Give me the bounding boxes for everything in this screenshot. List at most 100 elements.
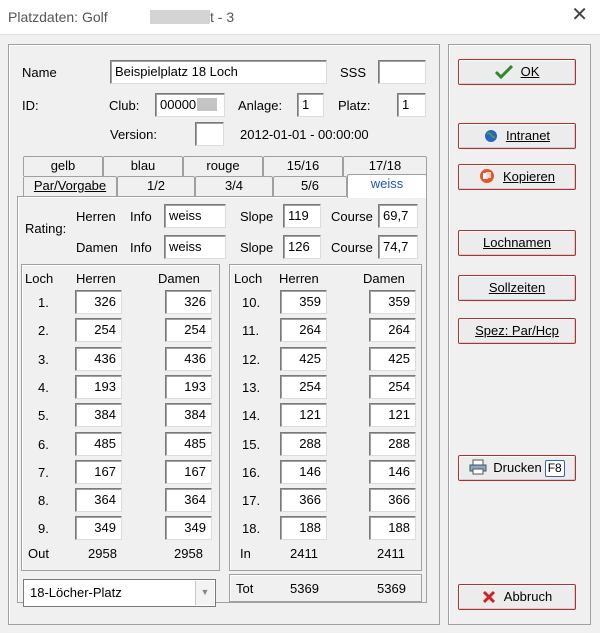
herren-course-field[interactable]: 69,7 bbox=[378, 204, 418, 228]
damen-distance-field[interactable]: 436 bbox=[165, 346, 212, 371]
close-icon[interactable]: ✕ bbox=[571, 5, 588, 25]
damen-distance-field[interactable]: 384 bbox=[165, 403, 212, 428]
damen-distance-field[interactable]: 359 bbox=[369, 290, 416, 314]
sollzeiten-button[interactable]: Sollzeiten bbox=[458, 275, 576, 301]
intranet-label: Intranet bbox=[505, 128, 551, 143]
herren-distance-field[interactable]: 254 bbox=[75, 318, 122, 343]
damen-distance-field[interactable]: 425 bbox=[369, 346, 416, 371]
club-redacted bbox=[197, 98, 218, 111]
anlage-field[interactable]: 1 bbox=[297, 93, 324, 117]
herren-distance-field[interactable]: 193 bbox=[75, 374, 122, 399]
damen-distance-field[interactable]: 254 bbox=[369, 374, 416, 399]
herren-distance-field[interactable]: 384 bbox=[75, 403, 122, 428]
out-label: Out bbox=[28, 546, 49, 561]
damen-distance-field[interactable]: 366 bbox=[369, 488, 416, 513]
platz-field[interactable]: 1 bbox=[397, 93, 426, 117]
tab-3-4[interactable]: 3/4 bbox=[195, 176, 273, 196]
rating-label: Rating: bbox=[25, 221, 67, 236]
herren-distance-field[interactable]: 366 bbox=[280, 488, 327, 513]
back-col-loch: Loch bbox=[234, 271, 263, 286]
checkmark-icon bbox=[494, 65, 513, 79]
damen-slope-field[interactable]: 126 bbox=[283, 235, 321, 259]
herren-distance-field[interactable]: 167 bbox=[75, 459, 122, 484]
damen-distance-field[interactable]: 349 bbox=[165, 516, 212, 541]
sss-field[interactable] bbox=[378, 60, 426, 84]
damen-distance-field[interactable]: 326 bbox=[165, 290, 212, 314]
herren-distance-field[interactable]: 425 bbox=[280, 346, 327, 371]
tab-15-16[interactable]: 15/16 bbox=[263, 156, 343, 176]
hole-number: 6. bbox=[38, 436, 49, 452]
name-field[interactable]: Beispielplatz 18 Loch bbox=[110, 60, 327, 84]
sollzeiten-label: Sollzeiten bbox=[488, 280, 546, 295]
herren-slope-field[interactable]: 119 bbox=[283, 204, 321, 228]
herren-slope-label: Slope bbox=[240, 209, 274, 224]
version-date: 2012-01-01 - 00:00:00 bbox=[240, 127, 369, 142]
herren-distance-field[interactable]: 288 bbox=[280, 431, 327, 456]
tab-1-2[interactable]: 1/2 bbox=[117, 176, 195, 196]
tot-label: Tot bbox=[236, 581, 254, 596]
herren-distance-field[interactable]: 436 bbox=[75, 346, 122, 371]
out-herren: 2958 bbox=[88, 546, 117, 561]
herren-course-label: Course bbox=[331, 209, 373, 224]
abbruch-label: Abbruch bbox=[503, 589, 553, 604]
club-field[interactable]: 00000 bbox=[155, 93, 225, 117]
herren-distance-field[interactable]: 264 bbox=[280, 318, 327, 343]
damen-distance-field[interactable]: 364 bbox=[165, 488, 212, 513]
damen-distance-field[interactable]: 288 bbox=[369, 431, 416, 456]
herren-distance-field[interactable]: 121 bbox=[280, 403, 327, 428]
damen-distance-field[interactable]: 264 bbox=[369, 318, 416, 343]
herren-distance-field[interactable]: 188 bbox=[280, 516, 327, 541]
kopieren-button[interactable]: Kopieren bbox=[458, 164, 576, 190]
damen-distance-field[interactable]: 254 bbox=[165, 318, 212, 343]
hole-number: 15. bbox=[242, 436, 261, 452]
hole-number: 5. bbox=[38, 408, 49, 424]
damen-distance-field[interactable]: 485 bbox=[165, 431, 212, 456]
hole-number: 9. bbox=[38, 521, 49, 537]
damen-distance-field[interactable]: 188 bbox=[369, 516, 416, 541]
hole-number: 7. bbox=[38, 464, 49, 480]
tab-gelb[interactable]: gelb bbox=[23, 156, 103, 176]
course-type-select[interactable]: 18-Löcher-Platz ▼ bbox=[23, 579, 216, 607]
herren-distance-field[interactable]: 349 bbox=[75, 516, 122, 541]
tab-rouge[interactable]: rouge bbox=[183, 156, 263, 176]
tab-par-vorgabe[interactable]: Par/Vorgabe bbox=[23, 176, 117, 196]
tab-blau[interactable]: blau bbox=[103, 156, 183, 176]
kopieren-label: Kopieren bbox=[502, 169, 556, 184]
damen-distance-field[interactable]: 146 bbox=[369, 459, 416, 484]
abbruch-button[interactable]: Abbruch bbox=[458, 584, 576, 610]
x-icon bbox=[482, 590, 495, 604]
intranet-button[interactable]: Intranet bbox=[458, 123, 576, 149]
lochnamen-label: Lochnamen bbox=[483, 235, 551, 250]
tab-weiss[interactable]: weiss bbox=[347, 174, 427, 198]
version-label: Version: bbox=[110, 127, 157, 142]
herren-distance-field[interactable]: 359 bbox=[280, 290, 327, 314]
damen-distance-field[interactable]: 193 bbox=[165, 374, 212, 399]
drucken-button[interactable]: Drucken F8 bbox=[458, 455, 576, 481]
version-field[interactable] bbox=[195, 122, 224, 146]
herren-distance-field[interactable]: 364 bbox=[75, 488, 122, 513]
herren-distance-field[interactable]: 485 bbox=[75, 431, 122, 456]
hole-number: 2. bbox=[38, 323, 49, 339]
damen-distance-field[interactable]: 121 bbox=[369, 403, 416, 428]
ok-button[interactable]: OK bbox=[458, 59, 576, 85]
in-label: In bbox=[240, 546, 251, 561]
copy-icon bbox=[479, 169, 494, 183]
tot-damen: 5369 bbox=[377, 581, 406, 596]
back-col-herren: Herren bbox=[279, 271, 319, 286]
damen-distance-field[interactable]: 167 bbox=[165, 459, 212, 484]
spez-par-hcp-button[interactable]: Spez: Par/Hcp bbox=[458, 318, 576, 344]
herren-distance-field[interactable]: 254 bbox=[280, 374, 327, 399]
drucken-label: Drucken bbox=[493, 460, 542, 475]
lochnamen-button[interactable]: Lochnamen bbox=[458, 230, 576, 256]
tab-17-18[interactable]: 17/18 bbox=[343, 156, 427, 176]
damen-course-label: Course bbox=[331, 240, 373, 255]
damen-label: Damen bbox=[76, 240, 118, 255]
chevron-down-icon[interactable]: ▼ bbox=[195, 581, 214, 605]
herren-distance-field[interactable]: 326 bbox=[75, 290, 122, 314]
herren-distance-field[interactable]: 146 bbox=[280, 459, 327, 484]
damen-info-field[interactable]: weiss bbox=[164, 235, 226, 259]
window-title: Platzdaten: Golf bbox=[8, 9, 108, 25]
damen-course-field[interactable]: 74,7 bbox=[378, 235, 418, 259]
tab-5-6[interactable]: 5/6 bbox=[273, 176, 347, 196]
herren-info-field[interactable]: weiss bbox=[164, 204, 226, 228]
